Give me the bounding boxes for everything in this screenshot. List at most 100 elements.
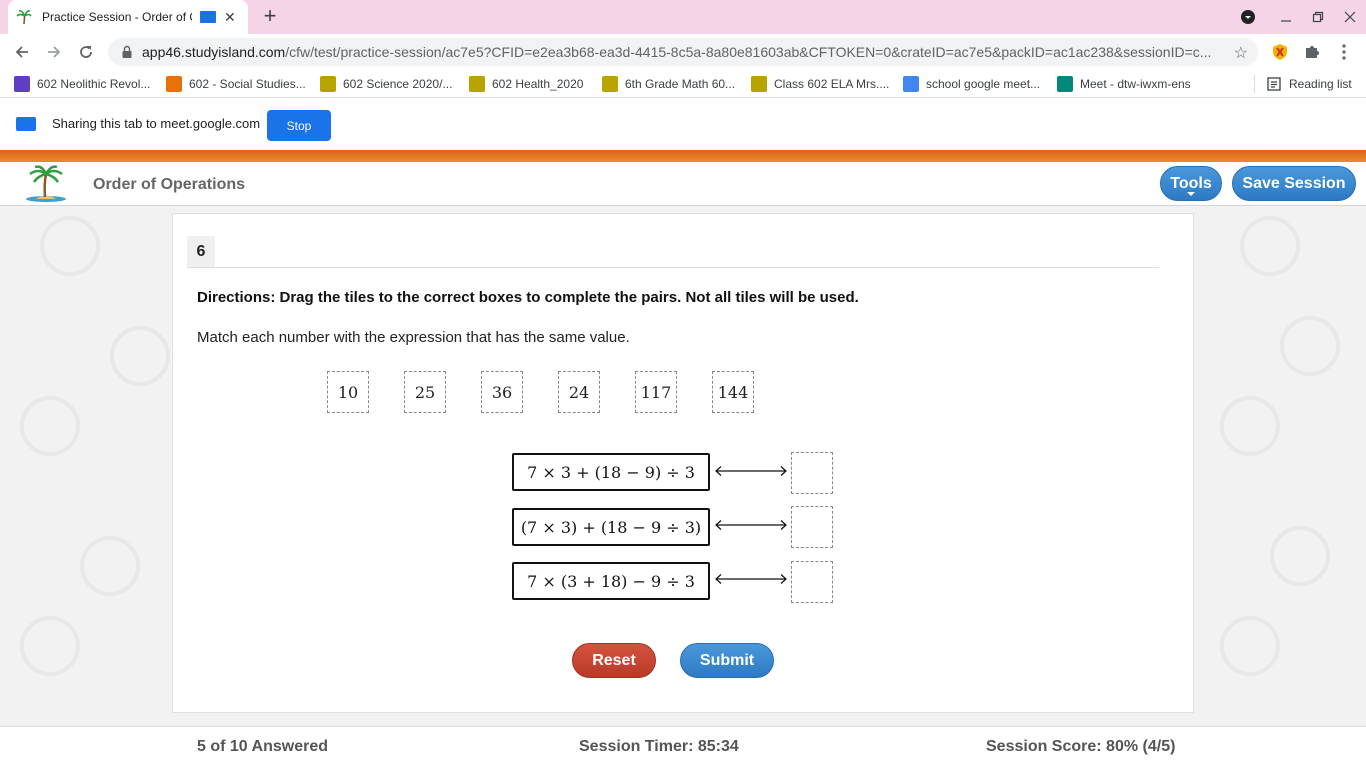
tab-sharing-bar: Sharing this tab to meet.google.com Stop: [0, 98, 1366, 150]
drop-target-box[interactable]: [791, 452, 833, 494]
bookmark-label: 602 Neolithic Revol...: [37, 77, 151, 91]
answer-tile[interactable]: 10: [327, 371, 369, 413]
background-motif: [1270, 526, 1330, 586]
background-motif: [1240, 216, 1300, 276]
reset-button[interactable]: Reset: [572, 643, 656, 678]
window-close-icon[interactable]: [1334, 0, 1366, 34]
reload-icon[interactable]: [74, 40, 98, 64]
page-title: Order of Operations: [93, 176, 246, 193]
drop-target-box[interactable]: [791, 506, 833, 548]
bookmark-item[interactable]: Meet - dtw-iwxm-ens: [1057, 74, 1191, 94]
background-motif: [80, 536, 140, 596]
palm-tree-favicon-icon: [16, 10, 32, 25]
stop-sharing-button[interactable]: Stop: [267, 110, 331, 141]
bookmark-item[interactable]: 602 Neolithic Revol...: [14, 74, 150, 94]
question-number: 6: [187, 236, 215, 267]
restore-icon[interactable]: [1302, 0, 1334, 34]
bookmark-star-icon[interactable]: ☆: [1234, 43, 1248, 63]
question-divider: [187, 267, 1159, 268]
session-footer: 5 of 10 Answered Session Timer: 85:34 Se…: [0, 726, 1366, 768]
tab-sharing-indicator-icon: [200, 11, 216, 23]
bookmark-item[interactable]: 602 - Social Studies...: [166, 74, 306, 94]
sharing-status-text: Sharing this tab to meet.google.com: [52, 116, 261, 131]
tab-strip: Practice Session - Order of O ✕ +: [0, 0, 1366, 34]
background-motif: [110, 326, 170, 386]
tab-close-icon[interactable]: ✕: [224, 9, 236, 26]
background-motif: [1220, 396, 1280, 456]
new-tab-button[interactable]: +: [258, 5, 282, 29]
drop-target-box[interactable]: [791, 561, 833, 603]
bookmark-item[interactable]: school google meet...: [903, 74, 1040, 94]
answer-tile[interactable]: 25: [404, 371, 446, 413]
tools-label: Tools: [1170, 174, 1212, 192]
url-text: app46.studyisland.com/cfw/test/practice-…: [142, 44, 1222, 60]
bookmark-label: 6th Grade Math 60...: [625, 77, 736, 91]
bookmark-label: school google meet...: [926, 77, 1041, 91]
bookmark-item[interactable]: 6th Grade Math 60...: [602, 74, 735, 94]
session-timer: Session Timer: 85:34: [579, 738, 739, 755]
background-motif: [40, 216, 100, 276]
double-arrow-icon: [715, 466, 787, 476]
back-arrow-icon[interactable]: [10, 40, 34, 64]
minimize-icon[interactable]: [1270, 0, 1302, 34]
bookmark-classroom-icon: [602, 76, 618, 92]
url-host: app46.studyisland.com: [142, 44, 286, 60]
tools-button[interactable]: Tools: [1160, 166, 1222, 201]
browser-tab-active[interactable]: Practice Session - Order of O ✕: [8, 0, 248, 34]
reading-list-button[interactable]: Reading list: [1266, 74, 1352, 94]
url-path: /cfw/test/practice-session/ac7e5?CFID=e2…: [285, 44, 1212, 60]
lock-icon: [122, 45, 132, 58]
bookmark-label: Meet - dtw-iwxm-ens: [1080, 77, 1191, 91]
browser-menu-icon[interactable]: [1334, 42, 1354, 62]
screen-share-icon: [16, 117, 36, 131]
reading-list-icon: [1267, 77, 1281, 91]
expression-box: 7 × (3 + 18) − 9 ÷ 3: [512, 562, 710, 600]
bookmark-page-icon: [14, 76, 30, 92]
background-motif: [20, 616, 80, 676]
address-bar[interactable]: app46.studyisland.com/cfw/test/practice-…: [108, 38, 1258, 66]
save-session-button[interactable]: Save Session: [1232, 166, 1356, 201]
directions-text: Directions: Drag the tiles to the correc…: [197, 289, 859, 306]
bookmark-docs-icon: [903, 76, 919, 92]
bookmark-classroom-icon: [320, 76, 336, 92]
bookmark-classroom-icon: [166, 76, 182, 92]
background-motif: [1280, 316, 1340, 376]
extension-shield-icon[interactable]: [1270, 42, 1290, 62]
background-motif: [20, 396, 80, 456]
bookmarks-bar: 602 Neolithic Revol... 602 - Social Stud…: [0, 70, 1366, 98]
expression-box: 7 × 3 + (18 − 9) ÷ 3: [512, 453, 710, 491]
answer-tile[interactable]: 36: [481, 371, 523, 413]
bookmark-meet-icon: [1057, 76, 1073, 92]
caret-down-icon: [1187, 192, 1195, 196]
profile-menu-icon[interactable]: [1232, 0, 1264, 34]
background-motif: [1220, 616, 1280, 676]
bookmark-classroom-icon: [751, 76, 767, 92]
app-header: Order of Operations Tools Save Session: [0, 162, 1366, 206]
double-arrow-icon: [715, 574, 787, 584]
bookmark-label: 602 Science 2020/...: [343, 77, 453, 91]
answer-tile[interactable]: 144: [712, 371, 754, 413]
bookmark-label: Class 602 ELA Mrs....: [774, 77, 890, 91]
browser-toolbar: app46.studyisland.com/cfw/test/practice-…: [0, 34, 1366, 70]
reading-list-label: Reading list: [1289, 77, 1352, 91]
bookmark-label: 602 Health_2020: [492, 77, 584, 91]
question-prompt: Match each number with the expression th…: [197, 329, 630, 346]
study-island-logo-icon: [26, 165, 66, 202]
bookmark-label: 602 - Social Studies...: [189, 77, 306, 91]
forward-arrow-icon[interactable]: [42, 40, 66, 64]
session-score: Session Score: 80% (4/5): [986, 738, 1176, 755]
extensions-puzzle-icon[interactable]: [1302, 42, 1322, 62]
bookmark-item[interactable]: 602 Health_2020: [469, 74, 583, 94]
bookmark-item[interactable]: Class 602 ELA Mrs....: [751, 74, 889, 94]
answer-tile[interactable]: 117: [635, 371, 677, 413]
double-arrow-icon: [715, 520, 787, 530]
answer-tile[interactable]: 24: [558, 371, 600, 413]
header-accent-bar: [0, 150, 1366, 162]
answered-count: 5 of 10 Answered: [197, 738, 329, 755]
bookmarks-divider: [1254, 75, 1255, 93]
tab-title: Practice Session - Order of O: [42, 10, 192, 24]
submit-button[interactable]: Submit: [680, 643, 774, 678]
expression-box: (7 × 3) + (18 − 9 ÷ 3): [512, 508, 710, 546]
bookmark-classroom-icon: [469, 76, 485, 92]
bookmark-item[interactable]: 602 Science 2020/...: [320, 74, 452, 94]
